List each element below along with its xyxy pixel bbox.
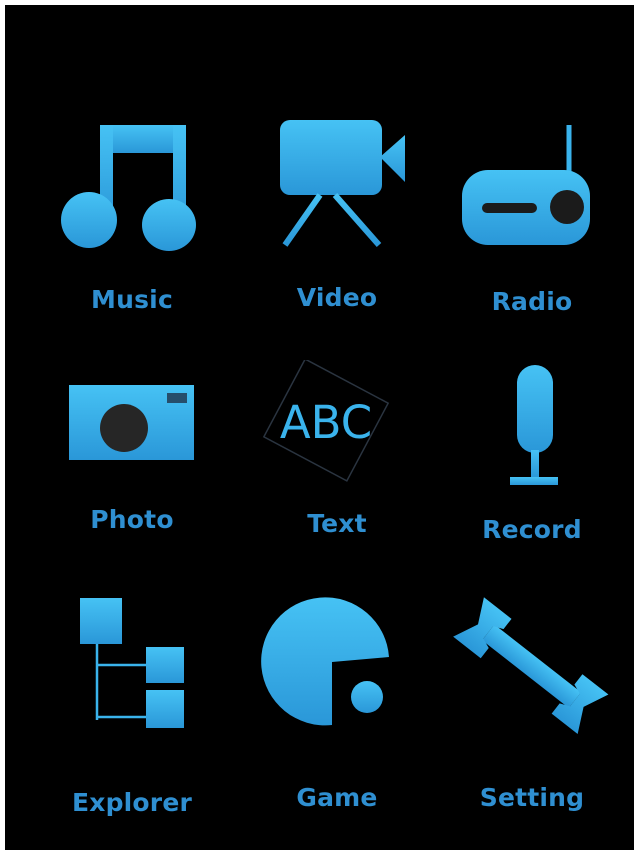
menu-item-explorer[interactable]: Explorer (42, 595, 222, 817)
menu-label-music: Music (91, 285, 173, 314)
menu-item-video[interactable]: Video (247, 115, 427, 325)
music-note-icon (61, 125, 196, 251)
menu-item-text[interactable]: ABC Text (247, 360, 427, 570)
pacman-icon (261, 597, 389, 726)
menu-item-setting[interactable]: Setting (442, 595, 622, 812)
menu-item-game[interactable]: Game (247, 595, 427, 812)
menu-item-record[interactable]: Record (442, 360, 622, 570)
camera-icon (69, 385, 194, 460)
menu-label-radio: Radio (491, 287, 573, 316)
text-abc-icon: ABC (262, 360, 390, 482)
menu-label-game: Game (296, 783, 378, 812)
menu-item-radio[interactable]: Radio (442, 115, 622, 325)
menu-label-video: Video (296, 283, 378, 312)
video-camera-icon (280, 120, 405, 247)
menu-label-explorer: Explorer (71, 788, 193, 817)
menu-label-photo: Photo (90, 505, 174, 534)
menu-item-photo[interactable]: Photo (42, 360, 222, 570)
menu-label-text: Text (307, 509, 367, 538)
microphone-icon (510, 365, 558, 485)
menu-label-record: Record (482, 515, 582, 544)
folder-tree-icon (80, 598, 184, 728)
menu-label-setting: Setting (479, 783, 585, 812)
abc-glyph: ABC (280, 396, 372, 449)
menu-item-music[interactable]: Music (42, 115, 222, 325)
radio-icon (462, 125, 590, 245)
main-menu-screen: Music Video Radio Photo ABC Text Record … (5, 5, 634, 850)
wrench-icon (453, 597, 609, 734)
